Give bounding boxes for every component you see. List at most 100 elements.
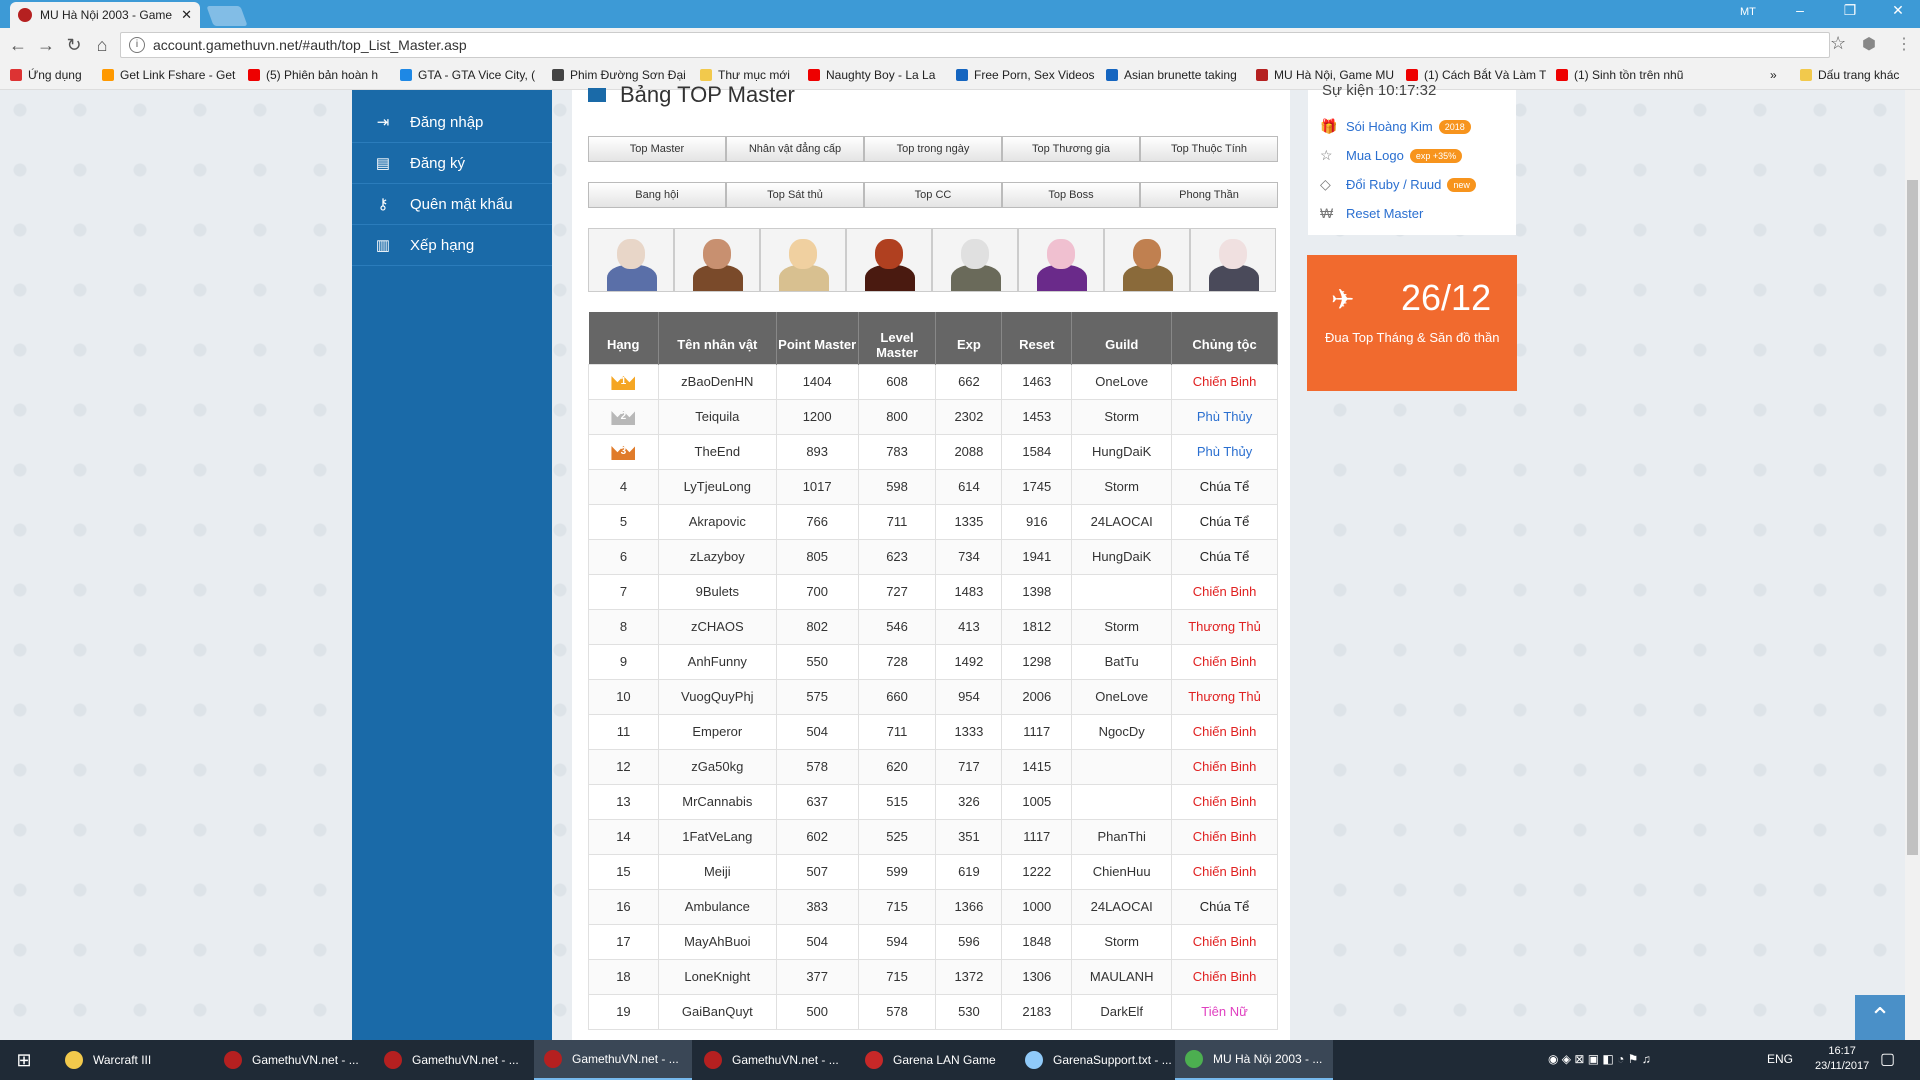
language-indicator[interactable]: ENG — [1767, 1052, 1793, 1066]
bookmark-item[interactable]: (1) Sinh tồn trên nhũ — [1556, 68, 1696, 82]
bookmark-item[interactable]: Phim Đường Sơn Đại — [552, 68, 687, 82]
bookmark-item[interactable]: Free Porn, Sex Videos — [956, 68, 1096, 82]
character-name-cell[interactable]: zBaoDenHN — [657, 363, 777, 400]
character-class-thumbnail[interactable] — [1190, 228, 1276, 292]
sidebar-item[interactable]: ⚷ Quên mật khẩu — [352, 184, 552, 225]
tray-icons[interactable]: ◉ ◈ ⊠ ▣ ◧ ◔ ⚑ ♫ — [1548, 1052, 1651, 1066]
character-name-cell[interactable]: MayAhBuoi — [657, 923, 777, 960]
character-name-cell[interactable]: Ambulance — [657, 888, 777, 925]
ranking-tab-button[interactable]: Bang hội — [588, 182, 726, 208]
right-link[interactable]: ₩ Reset Master — [1320, 205, 1423, 221]
character-name-cell[interactable]: Akrapovic — [657, 503, 777, 540]
bookmark-item[interactable]: Ứng dụng — [10, 68, 90, 82]
ranking-tab-button[interactable]: Top trong ngày — [864, 136, 1002, 162]
new-tab-button[interactable] — [206, 6, 248, 26]
scroll-to-top-button[interactable]: ⌃ — [1855, 995, 1905, 1040]
character-name-cell[interactable]: GaiBanQuyt — [657, 993, 777, 1030]
back-icon[interactable]: ← — [4, 35, 32, 56]
taskbar-item[interactable]: MU Hà Nội 2003 - ... — [1175, 1040, 1333, 1080]
ranking-tab-button[interactable]: Nhân vật đẳng cấp — [726, 136, 864, 162]
ranking-tab-button[interactable]: Top Boss — [1002, 182, 1140, 208]
right-link[interactable]: ☆ Mua Logo exp +35% — [1320, 147, 1463, 164]
character-name-cell[interactable]: Teiquila — [657, 398, 777, 435]
ranking-tab-button[interactable]: Top Sát thủ — [726, 182, 864, 208]
character-name-cell[interactable]: 9Bulets — [657, 573, 777, 610]
right-link[interactable]: ◇ Đổi Ruby / Ruud new — [1320, 176, 1476, 193]
table-header[interactable]: Reset — [1001, 312, 1073, 364]
ranking-tab-button[interactable]: Phong Thần — [1140, 182, 1278, 208]
bookmark-item[interactable]: (5) Phiên bản hoàn h — [248, 68, 388, 82]
character-class-thumbnail[interactable] — [760, 228, 846, 292]
ranking-tab-button[interactable]: Top Thương gia — [1002, 136, 1140, 162]
extension-icon[interactable]: ⬢ — [1862, 34, 1876, 54]
bookmark-item[interactable]: Get Link Fshare - Get — [102, 68, 237, 82]
bookmark-item[interactable]: Thư mục mới — [700, 68, 795, 82]
bookmark-item[interactable]: Naughty Boy - La La — [808, 68, 943, 82]
browser-tab[interactable]: MU Hà Nội 2003 - Game ✕ — [10, 2, 200, 28]
event-countdown-box[interactable]: ✈ 26/12 Đua Top Tháng & Săn đồ thần — [1307, 255, 1517, 391]
character-name-cell[interactable]: zCHAOS — [657, 608, 777, 645]
character-name-cell[interactable]: LoneKnight — [657, 958, 777, 995]
character-class-thumbnail[interactable] — [588, 228, 674, 292]
taskbar-item[interactable]: GamethuVN.net - ... — [214, 1040, 372, 1080]
bookmark-item[interactable]: (1) Cách Bắt Và Làm T — [1406, 68, 1546, 82]
guild-cell: Storm — [1071, 398, 1173, 435]
system-clock[interactable]: 16:17 23/11/2017 — [1815, 1044, 1869, 1074]
sidebar-item[interactable]: ▥ Xếp hạng — [352, 225, 552, 266]
reload-icon[interactable]: ↻ — [60, 35, 88, 56]
right-link[interactable]: 🎁 Sói Hoàng Kim 2018 — [1320, 118, 1471, 135]
character-name-cell[interactable]: MrCannabis — [657, 783, 777, 820]
character-name-cell[interactable]: TheEnd — [657, 433, 777, 470]
ranking-tab-button[interactable]: Top Master — [588, 136, 726, 162]
table-header[interactable]: Chủng tộc — [1171, 312, 1278, 364]
ranking-tab-button[interactable]: Top Thuộc Tính — [1140, 136, 1278, 162]
character-name-cell[interactable]: AnhFunny — [657, 643, 777, 680]
taskbar-item[interactable]: GamethuVN.net - ... — [374, 1040, 532, 1080]
sidebar-item[interactable]: ▤ Đăng ký — [352, 143, 552, 184]
character-class-thumbnail[interactable] — [846, 228, 932, 292]
windows-start-icon[interactable]: ⊞ — [0, 1040, 48, 1080]
menu-icon[interactable]: ⋮ — [1896, 34, 1912, 54]
maximize-icon[interactable]: ❐ — [1830, 2, 1870, 19]
table-header[interactable]: Guild — [1071, 312, 1173, 364]
character-name-cell[interactable]: LyTjeuLong — [657, 468, 777, 505]
bookmark-item[interactable]: MU Hà Nội, Game MU — [1256, 68, 1396, 82]
url-input[interactable]: i account.gamethuvn.net/#auth/top_List_M… — [120, 32, 1830, 58]
character-class-thumbnail[interactable] — [932, 228, 1018, 292]
home-icon[interactable]: ⌂ — [88, 35, 116, 56]
character-name-cell[interactable]: zGa50kg — [657, 748, 777, 785]
character-class-thumbnail[interactable] — [1104, 228, 1190, 292]
bookmark-star-icon[interactable]: ☆ — [1830, 33, 1846, 54]
ranking-tab-button[interactable]: Top CC — [864, 182, 1002, 208]
bookmark-item[interactable]: Asian brunette taking — [1106, 68, 1246, 82]
tab-close-icon[interactable]: ✕ — [181, 7, 192, 23]
bookmark-item[interactable]: GTA - GTA Vice City, ( — [400, 68, 540, 82]
other-bookmarks[interactable]: Dấu trang khác — [1800, 68, 1899, 82]
profile-name[interactable]: MT — [1740, 6, 1756, 18]
sidebar-item[interactable]: ⇥ Đăng nhập — [352, 102, 552, 143]
character-class-thumbnail[interactable] — [674, 228, 760, 292]
forward-icon[interactable]: → — [32, 35, 60, 56]
taskbar-item[interactable]: Garena LAN Game — [855, 1040, 1013, 1080]
taskbar-item[interactable]: GamethuVN.net - ... — [694, 1040, 852, 1080]
bookmarks-overflow-icon[interactable]: » — [1770, 68, 1777, 82]
taskbar-item[interactable]: GarenaSupport.txt - ... — [1015, 1040, 1173, 1080]
character-name-cell[interactable]: zLazyboy — [657, 538, 777, 575]
table-header[interactable]: Level Master — [858, 312, 937, 364]
character-name-cell[interactable]: VuogQuyPhj — [657, 678, 777, 715]
taskbar-item[interactable]: GamethuVN.net - ... — [534, 1040, 692, 1080]
character-name-cell[interactable]: 1FatVeLang — [657, 818, 777, 855]
table-header[interactable]: Hạng — [588, 312, 659, 364]
close-window-icon[interactable]: ✕ — [1878, 2, 1918, 19]
info-icon[interactable]: i — [129, 37, 145, 53]
table-header[interactable]: Point Master — [776, 312, 859, 364]
table-header[interactable]: Exp — [935, 312, 1003, 364]
taskbar-item[interactable]: Warcraft III — [55, 1040, 212, 1080]
scrollbar-thumb[interactable] — [1907, 180, 1918, 855]
character-name-cell[interactable]: Meiji — [657, 853, 777, 890]
notification-icon[interactable]: ▢ — [1880, 1049, 1895, 1069]
table-header[interactable]: Tên nhân vật — [658, 312, 777, 364]
character-name-cell[interactable]: Emperor — [657, 713, 777, 750]
character-class-thumbnail[interactable] — [1018, 228, 1104, 292]
minimize-icon[interactable]: – — [1780, 2, 1820, 18]
